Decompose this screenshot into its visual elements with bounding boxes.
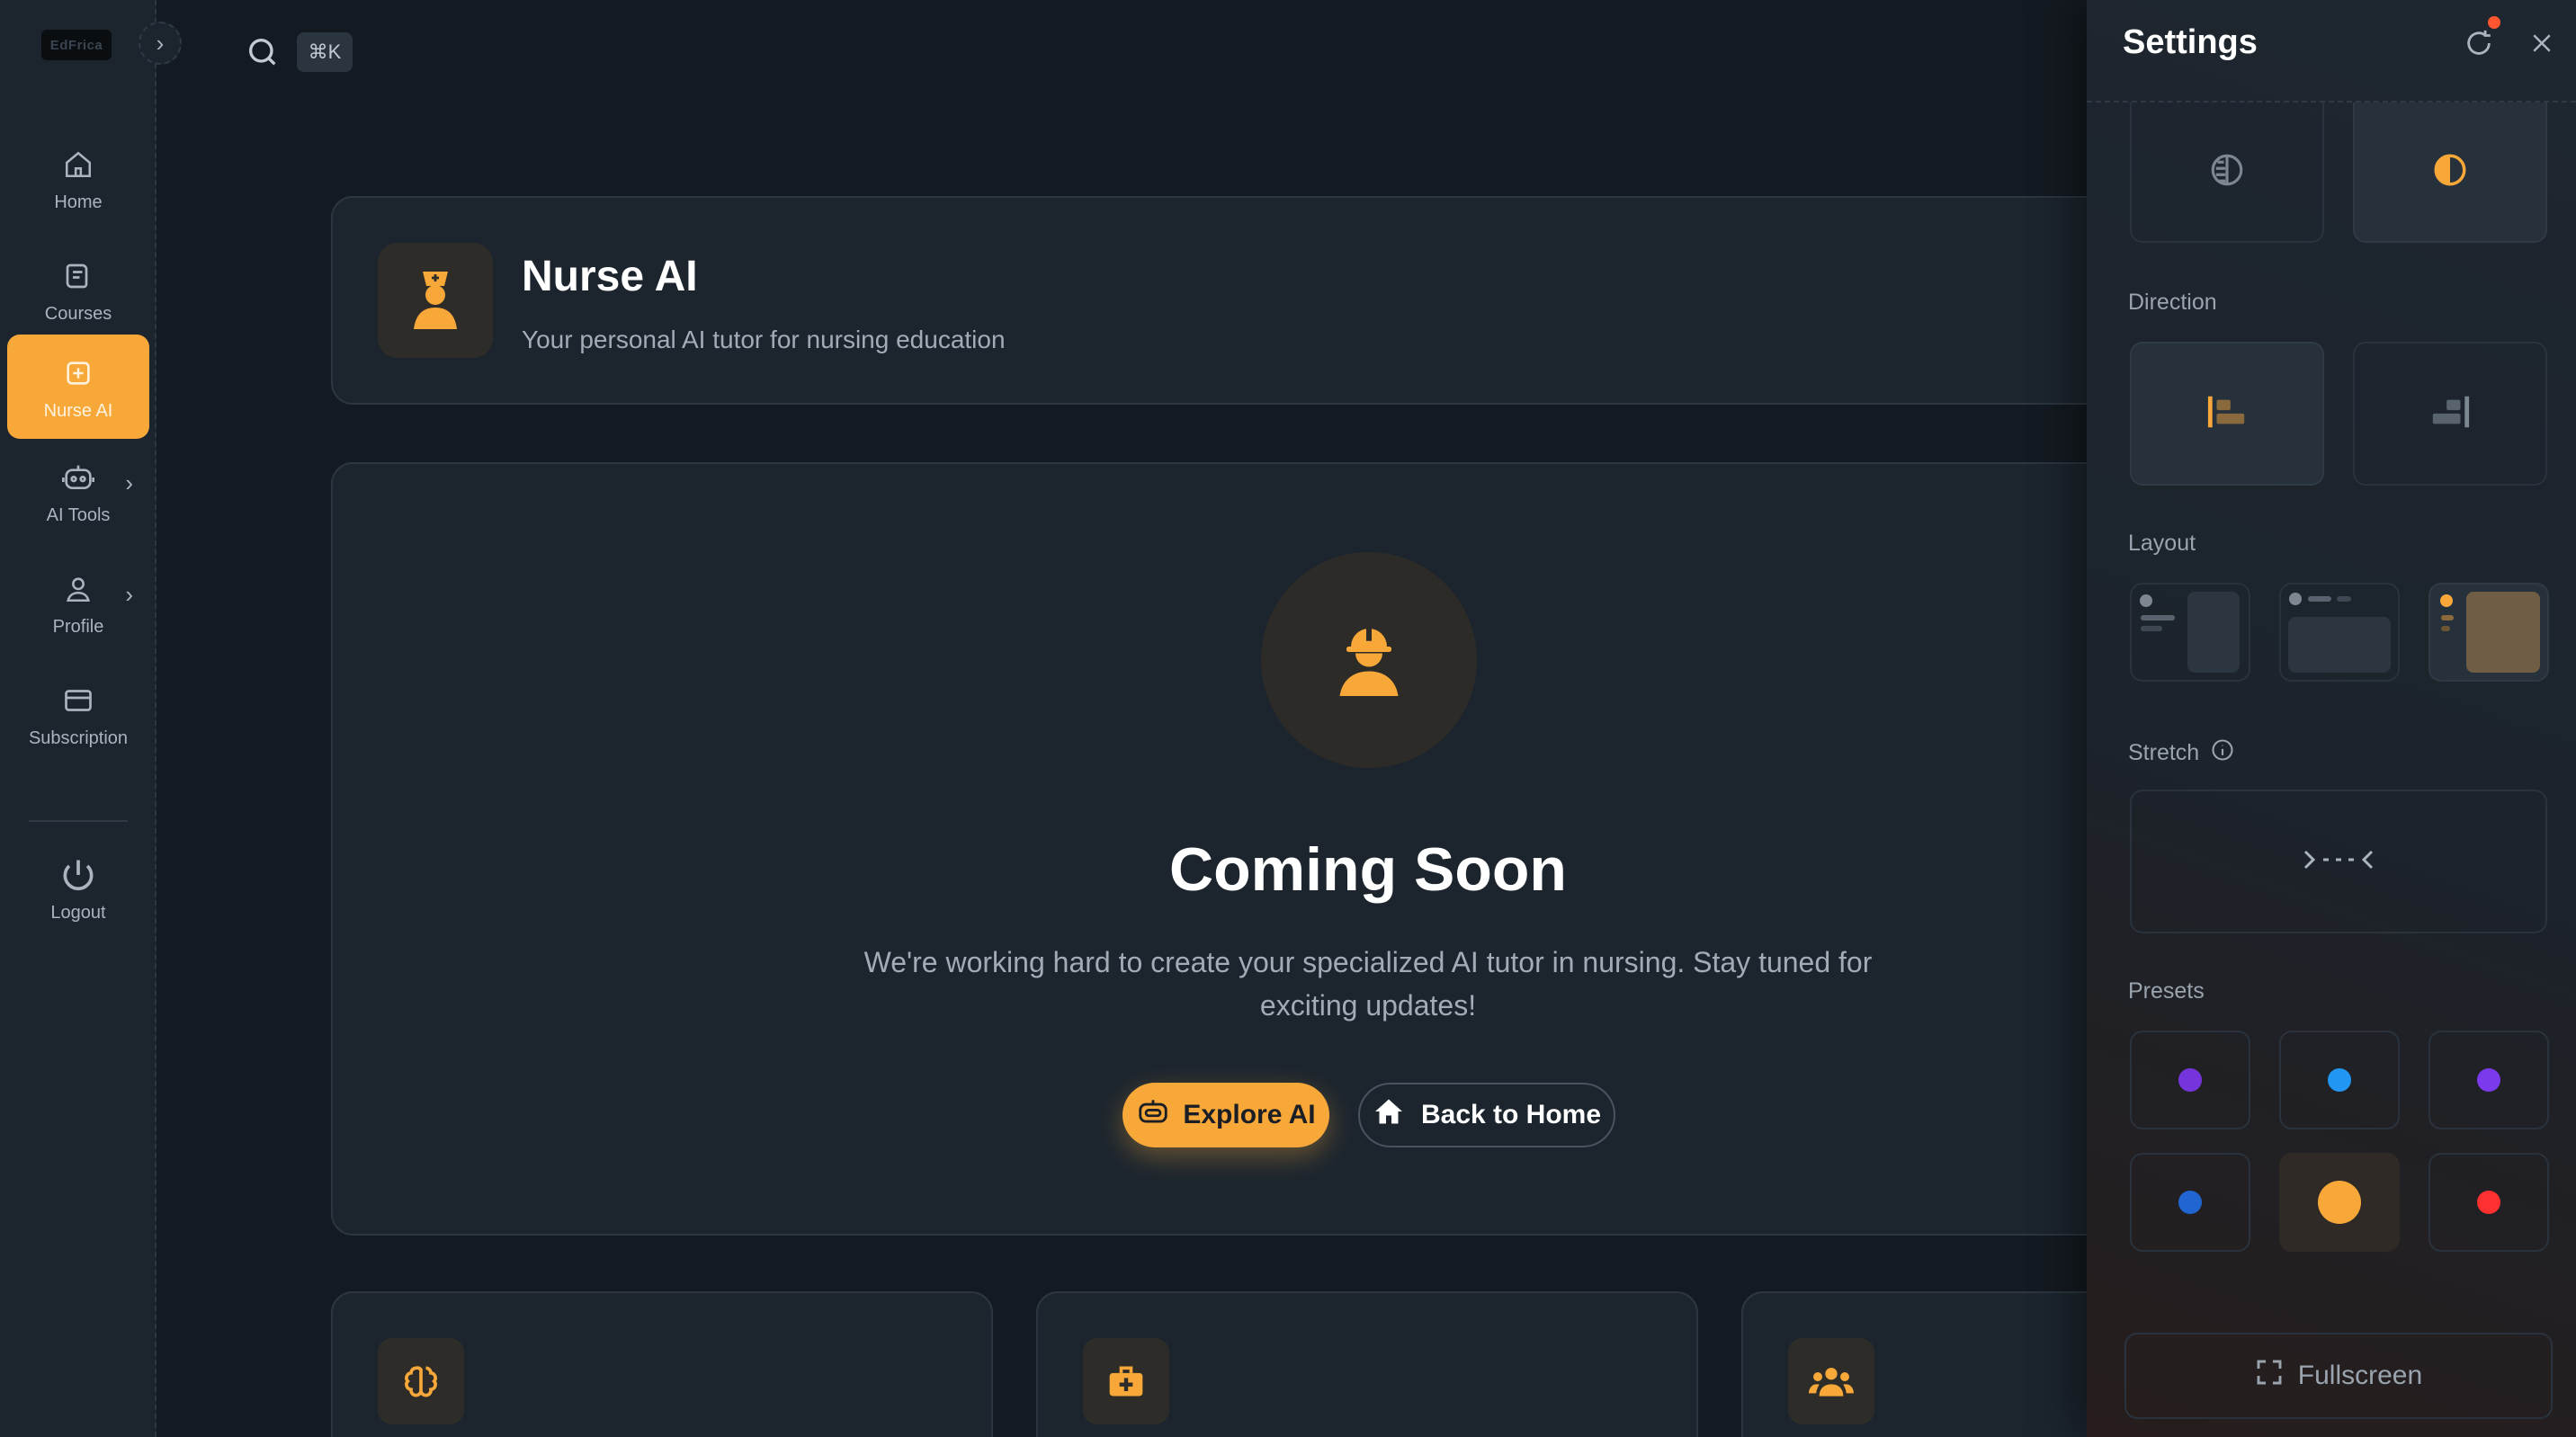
layout-mini-preview (2440, 592, 2540, 673)
feature-card[interactable] (331, 1291, 993, 1437)
fullscreen-button[interactable]: Fullscreen (2124, 1333, 2553, 1419)
users-icon (1788, 1338, 1874, 1424)
explore-ai-button[interactable]: Explore AI (1123, 1083, 1329, 1147)
preset-color-swatch (2178, 1191, 2202, 1214)
medical-kit-icon (1083, 1338, 1169, 1424)
contrast-bold-option[interactable] (2353, 103, 2547, 243)
layout-label: Layout (2128, 531, 2196, 556)
sidebar-divider (29, 820, 128, 822)
power-icon (58, 854, 99, 896)
preset-option-selected[interactable] (2279, 1153, 2400, 1252)
notification-dot (2488, 16, 2500, 29)
robot-icon (58, 457, 99, 498)
contrast-icon (2208, 151, 2246, 193)
search-icon[interactable] (245, 34, 281, 70)
preset-color-swatch (2477, 1068, 2500, 1092)
direction-rtl-option[interactable] (2353, 342, 2547, 486)
home-icon (1373, 1095, 1405, 1135)
preset-color-swatch (2318, 1181, 2361, 1224)
logo[interactable]: EdFrica (40, 27, 113, 63)
courses-icon (58, 255, 99, 297)
chevron-right-icon: › (125, 469, 133, 496)
page-subtitle: Your personal AI tutor for nursing educa… (522, 326, 1006, 353)
home-icon (58, 144, 99, 185)
settings-header: Settings (2087, 0, 2576, 103)
construction-worker-icon (1261, 552, 1477, 768)
user-icon (58, 568, 99, 610)
robot-icon (1136, 1094, 1170, 1136)
stretch-label-row: Stretch (2128, 737, 2235, 769)
half-circle-icon (2431, 151, 2469, 193)
credit-card-icon (58, 680, 99, 721)
sidebar-item-profile[interactable]: Profile › (7, 550, 149, 655)
layout-mini-option[interactable] (2428, 583, 2549, 682)
back-to-home-button[interactable]: Back to Home (1358, 1083, 1615, 1147)
sidebar-item-logout[interactable]: Logout (7, 836, 149, 941)
preset-color-swatch (2477, 1191, 2500, 1214)
nurse-icon (58, 353, 99, 394)
feature-card[interactable] (1036, 1291, 1698, 1437)
chevron-right-icon: › (156, 29, 165, 57)
sidebar-item-label: Logout (50, 902, 106, 923)
direction-ltr-option[interactable] (2130, 342, 2324, 486)
stretch-toggle[interactable] (2130, 790, 2547, 933)
layout-vertical-option[interactable] (2130, 583, 2250, 682)
sidebar-item-label: Subscription (28, 727, 129, 748)
sidebar-item-ai-tools[interactable]: AI Tools › (7, 439, 149, 543)
app-root: EdFrica Home Courses Nurse AI AI Tools ›… (0, 0, 2576, 1437)
preset-option[interactable] (2428, 1153, 2549, 1252)
layout-horizontal-preview (2288, 593, 2391, 673)
presets-label: Presets (2128, 978, 2205, 1004)
sidebar-item-label: Nurse AI (43, 400, 113, 421)
preset-color-swatch (2178, 1068, 2202, 1092)
contrast-default-option[interactable] (2130, 103, 2324, 243)
page-title: Nurse AI (522, 253, 698, 300)
stretch-label: Stretch (2128, 740, 2200, 765)
reset-settings-button[interactable] (2459, 23, 2499, 63)
layout-horizontal-option[interactable] (2279, 583, 2400, 682)
preset-option[interactable] (2130, 1031, 2250, 1129)
preset-option[interactable] (2130, 1153, 2250, 1252)
close-settings-button[interactable] (2522, 23, 2562, 63)
sidebar-item-subscription[interactable]: Subscription (7, 662, 149, 766)
sidebar-item-label: Courses (44, 303, 112, 324)
coming-soon-description: We're working hard to create your specia… (863, 946, 1873, 1022)
align-right-icon (2429, 394, 2471, 434)
sidebar-item-nurse-ai[interactable]: Nurse AI (7, 335, 149, 439)
sidebar-item-label: AI Tools (46, 504, 111, 525)
info-icon[interactable] (2210, 737, 2235, 769)
fullscreen-icon (2255, 1358, 2284, 1394)
sidebar-item-courses[interactable]: Courses (7, 237, 149, 342)
sidebar-item-label: Home (54, 192, 103, 212)
brain-icon (378, 1338, 464, 1424)
search-shortcut-badge[interactable]: ⌘K (297, 32, 353, 72)
stretch-icon (2298, 846, 2379, 878)
preset-option[interactable] (2279, 1031, 2400, 1129)
explore-ai-label: Explore AI (1183, 1100, 1316, 1129)
sidebar-item-home[interactable]: Home (7, 126, 149, 230)
settings-drawer: Settings Direction Layout Stretch Preset… (2087, 0, 2576, 1437)
preset-color-swatch (2328, 1068, 2351, 1092)
layout-vertical-preview (2140, 592, 2240, 673)
direction-label: Direction (2128, 290, 2217, 315)
align-left-icon (2206, 394, 2248, 434)
settings-title: Settings (2123, 23, 2258, 61)
chevron-right-icon: › (125, 581, 133, 608)
back-to-home-label: Back to Home (1420, 1100, 1602, 1129)
nurse-icon (378, 243, 493, 358)
preset-option[interactable] (2428, 1031, 2549, 1129)
logo-text: EdFrica (41, 30, 112, 60)
collapse-sidebar-button[interactable]: › (139, 22, 182, 65)
sidebar-item-label: Profile (52, 616, 104, 637)
sidebar: EdFrica Home Courses Nurse AI AI Tools ›… (0, 0, 157, 1437)
fullscreen-label: Fullscreen (2297, 1361, 2423, 1390)
